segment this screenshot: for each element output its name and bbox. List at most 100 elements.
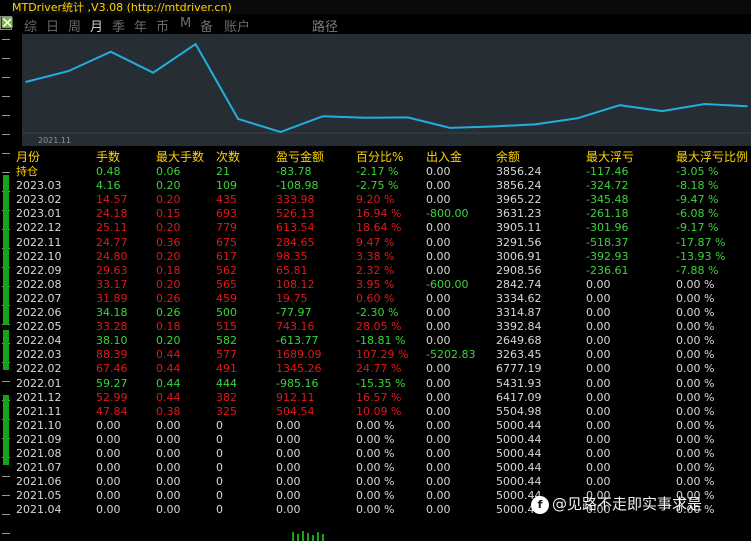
table-row-cell-0: 2022.10 (16, 249, 62, 263)
table-row-cell-1: 88.39 (96, 348, 128, 362)
tab-0[interactable]: 综 (24, 16, 37, 35)
table-row: 2021.07 0.00 0.00 0 0.00 0.00 % 0.00 5000.44 0.0… (12, 461, 751, 475)
table-row-cell-6: -800.00 (426, 207, 469, 221)
table-header-cell-8: 最大浮亏 (586, 150, 635, 164)
balance-point (237, 118, 239, 120)
table-row-cell-4: 613.54 (276, 221, 315, 235)
table-row-cell-5: 9.20 % (356, 193, 395, 207)
table-row-cell-8: 0.00 (586, 306, 611, 319)
tab-10[interactable]: 路径 (312, 16, 338, 35)
table-row: 2022.11 24.77 0.36 675 284.65 9.47 % 0.00 3291.… (12, 236, 751, 250)
balance-point (194, 43, 197, 45)
tab-9[interactable]: 账户 (224, 16, 250, 35)
close-icon[interactable]: ❎ (0, 16, 13, 30)
table-row-cell-6: 0.00 (426, 362, 451, 376)
table-row-cell-4: 0.00 (276, 461, 301, 475)
table-row-cell-0: 2022.11 (16, 235, 62, 249)
table-row-cell-7: 5000.44 (496, 418, 542, 432)
table-row-cell-2: 0.20 (156, 221, 181, 235)
tab-1[interactable]: 日 (46, 16, 59, 35)
table-row-cell-4: 504.54 (276, 404, 315, 418)
table-row-cell-2: 0.26 (156, 306, 181, 319)
table-row-cell-7: 3291.56 (496, 235, 542, 249)
table-row-cell-6: 0.00 (426, 291, 451, 305)
table-row-cell-8: 0.00 (586, 475, 611, 489)
table-row-cell-6: 0.00 (426, 390, 451, 404)
table-row-cell-8: 0.00 (586, 447, 611, 460)
table-row-cell-0: 2021.11 (16, 404, 62, 418)
table-row-cell-9: 0.00 % (676, 376, 715, 390)
table-row: 持仓 0.48 0.06 21 -83.78 -2.17 % 0.00 3856.24 -117… (12, 165, 751, 179)
table-row-cell-6: 0.00 (426, 179, 451, 193)
strip-tick (2, 115, 10, 116)
table-row-cell-9: 0.00 % (676, 334, 715, 348)
tab-7[interactable]: M (180, 16, 191, 31)
table-row-cell-3: 0 (216, 418, 223, 432)
table-row-cell-6: -600.00 (426, 277, 469, 291)
table-row-cell-2: 0.20 (156, 334, 181, 348)
tab-6[interactable]: 币 (156, 16, 169, 35)
table-row-cell-3: 582 (216, 334, 237, 348)
table-row-cell-3: 0 (216, 461, 223, 475)
table-row-cell-9: 0.00 % (676, 362, 715, 376)
table-row-cell-5: 28.05 % (356, 320, 402, 334)
table-row-cell-9: 0.00 % (676, 291, 715, 305)
table-header-cell-5: 百分比% (356, 150, 404, 164)
table-header-cell-4: 盈亏金额 (276, 150, 325, 164)
table-row-cell-2: 0.00 (156, 475, 181, 489)
table-row-cell-6: 0.00 (426, 404, 451, 418)
table-row-cell-8: -117.46 (586, 165, 629, 178)
table-row-cell-1: 24.77 (96, 235, 128, 249)
table-row-cell-1: 38.10 (96, 334, 128, 348)
table-row-cell-5: 16.57 % (356, 390, 402, 404)
strip-bar (3, 265, 9, 325)
balance-point (703, 103, 706, 105)
table-row-cell-9: 0.00 % (676, 348, 715, 362)
table-row-cell-3: 565 (216, 277, 237, 291)
table-row-cell-4: -77.97 (276, 306, 312, 319)
table-row-cell-3: 444 (216, 376, 237, 390)
balance-point (67, 70, 70, 72)
table-row-cell-3: 0 (216, 447, 223, 460)
table-row-cell-2: 0.18 (156, 263, 181, 277)
table-row-cell-3: 491 (216, 362, 237, 376)
table-row: 2021.08 0.00 0.00 0 0.00 0.00 % 0.00 5000.44 0.0… (12, 447, 751, 461)
table-row-cell-5: 3.95 % (356, 277, 395, 291)
tab-8[interactable]: 备 (200, 16, 213, 35)
table-row-cell-0: 2021.07 (16, 461, 62, 475)
tab-2[interactable]: 周 (68, 16, 81, 35)
chart-x-tick-label: 2021.11 (38, 136, 71, 145)
table-row-cell-2: 0.00 (156, 489, 181, 503)
table-row-cell-5: 0.60 % (356, 291, 395, 305)
table-row-cell-7: 3334.62 (496, 291, 542, 305)
strip-tick (2, 58, 10, 59)
table-row-cell-8: -345.48 (586, 193, 629, 207)
table-row-cell-5: -2.17 % (356, 165, 399, 178)
table-row: 2022.02 67.46 0.44 491 1345.26 24.77 % 0.00 677… (12, 362, 751, 376)
table-row-cell-2: 0.44 (156, 362, 181, 376)
table-row-cell-6: 0.00 (426, 334, 451, 348)
table-row: 2022.05 33.28 0.18 515 743.16 28.05 % 0.00 3392… (12, 320, 751, 334)
table-row-cell-0: 2021.06 (16, 475, 62, 489)
table-row-cell-2: 0.18 (156, 320, 181, 334)
strip-tick (2, 533, 10, 534)
balance-point (25, 81, 27, 83)
table-row-cell-9: 0.00 % (676, 432, 715, 446)
table-row-cell-4: 0.00 (276, 489, 301, 503)
table-row-cell-3: 0 (216, 489, 223, 503)
table-row-cell-9: 0.00 % (676, 418, 715, 432)
tab-5[interactable]: 年 (134, 16, 147, 35)
table-row-cell-4: 1689.09 (276, 348, 322, 362)
balance-point (449, 127, 451, 129)
table-row-cell-5: 0.00 % (356, 418, 395, 432)
table-row-cell-1: 0.00 (96, 475, 121, 489)
tab-4[interactable]: 季 (112, 16, 125, 35)
table-row-cell-1: 0.00 (96, 489, 121, 503)
table-row-cell-0: 2023.03 (16, 179, 62, 193)
table-row-cell-6: 0.00 (426, 432, 451, 446)
table-row-cell-6: 0.00 (426, 447, 451, 460)
tab-3[interactable]: 月 (90, 16, 103, 35)
table-row-cell-4: 0.00 (276, 432, 301, 446)
table-row: 2022.03 88.39 0.44 577 1689.09 107.29 % -5202.… (12, 348, 751, 362)
table-row-cell-9: 0.00 % (676, 461, 715, 475)
